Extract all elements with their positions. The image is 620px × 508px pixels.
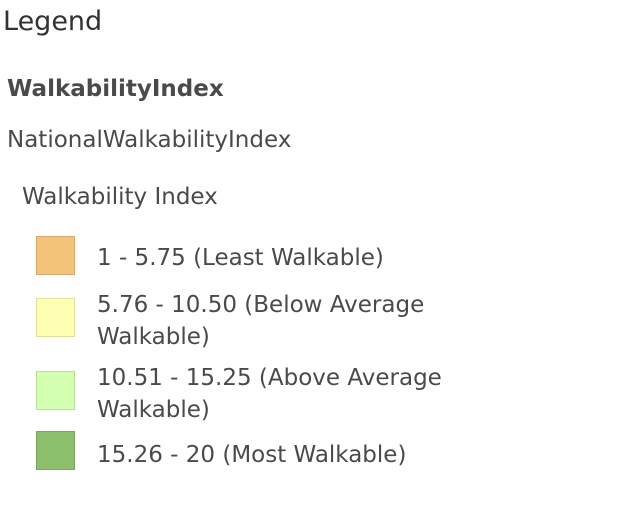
- layer-title: WalkabilityIndex: [7, 76, 224, 102]
- legend-item-label: 15.26 - 20 (Most Walkable): [97, 442, 407, 468]
- field-title: Walkability Index: [22, 184, 218, 210]
- sublayer-title: NationalWalkabilityIndex: [7, 127, 292, 153]
- color-swatch: [36, 431, 75, 470]
- color-swatch: [36, 371, 75, 410]
- legend-panel: Legend WalkabilityIndex NationalWalkabil…: [0, 0, 620, 508]
- legend-title: Legend: [3, 6, 103, 37]
- legend-item-label: 10.51 - 15.25 (Above Average Walkable): [97, 365, 442, 423]
- color-swatch: [36, 236, 75, 275]
- color-swatch: [36, 298, 75, 337]
- legend-item-label: 1 - 5.75 (Least Walkable): [97, 245, 384, 271]
- legend-item-label: 5.76 - 10.50 (Below Average Walkable): [97, 292, 425, 350]
